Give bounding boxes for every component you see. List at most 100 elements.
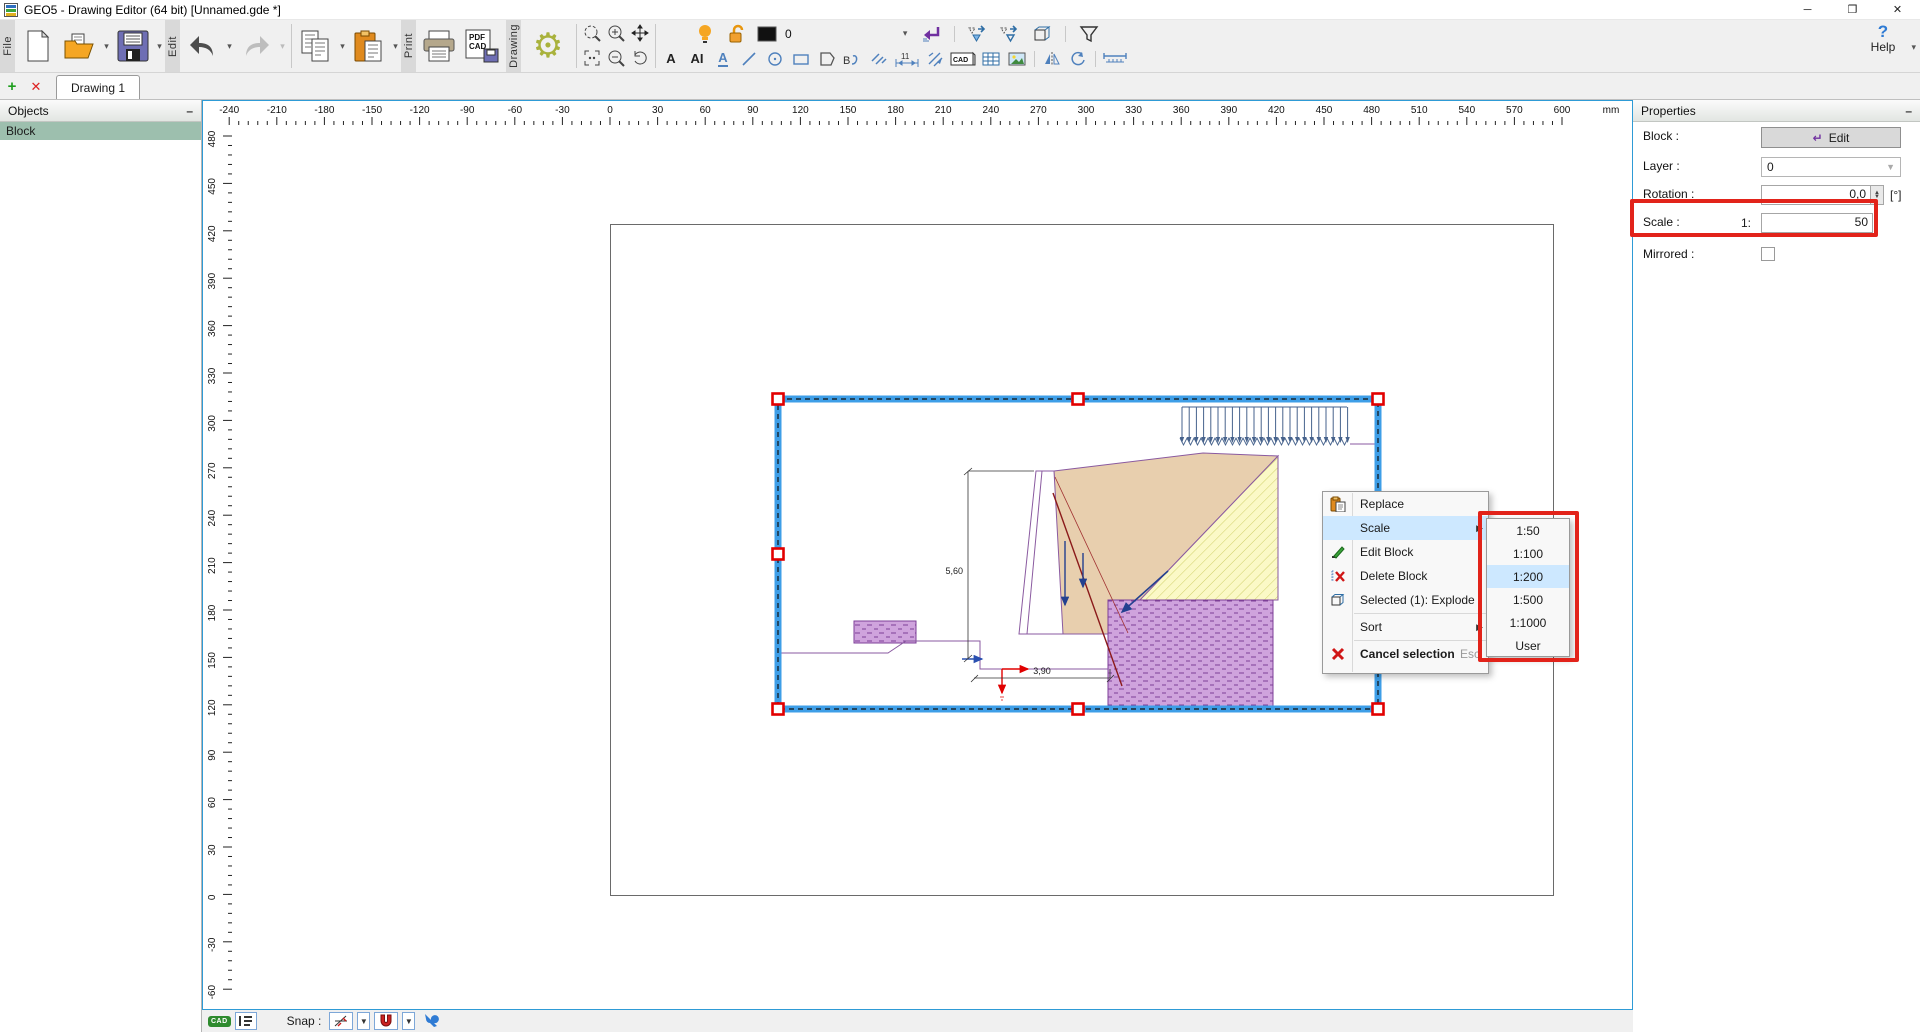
save-button[interactable] [112,20,154,72]
zoom-all-button[interactable] [580,46,604,70]
svg-text:420: 420 [207,225,218,242]
lock-button[interactable] [725,22,749,46]
print-button[interactable] [418,20,460,72]
image-tool[interactable] [1005,47,1029,71]
menu-item-edit-block[interactable]: Edit Block [1323,540,1488,564]
display-options-button[interactable] [235,1012,257,1030]
copy-icon [300,30,332,62]
submenu-item-1-1000[interactable]: 1:1000 [1487,611,1569,634]
measure-tool[interactable] [1101,47,1129,71]
objects-panel: Objects – Block [0,100,202,1032]
snap-settings-button[interactable] [423,1012,439,1031]
zoom-out-button[interactable] [604,46,628,70]
settings-button[interactable]: ⚙ [523,20,573,72]
copy-dropdown[interactable]: ▾ [337,20,348,72]
spline-tool[interactable]: B [841,47,865,71]
redo-button[interactable] [235,20,277,72]
submenu-item-1-200[interactable]: 1:200 [1487,565,1569,588]
copy-objects-button[interactable] [966,22,990,46]
rectangle-tool[interactable] [789,47,813,71]
close-button[interactable]: ✕ [1875,0,1920,20]
pan-button[interactable] [628,21,652,45]
properties-panel-minimize[interactable]: – [1905,104,1912,118]
mirror-tool[interactable] [1040,47,1064,71]
table-tool[interactable] [979,47,1003,71]
menu-item-replace[interactable]: Replace [1323,492,1488,516]
paste-dropdown[interactable]: ▾ [390,20,401,72]
funnel-icon [1079,25,1099,43]
snap-mode-dropdown[interactable]: ▼ [357,1012,370,1030]
submenu-item-1-50[interactable]: 1:50 [1487,519,1569,542]
move-objects-button[interactable] [998,22,1022,46]
hatch-dimension-icon [926,51,944,67]
line-tool[interactable] [737,47,761,71]
help-menu[interactable]: ? Help ▾ [1860,24,1906,54]
snap-mode-button[interactable] [329,1012,353,1030]
text-tool[interactable]: A [659,47,683,71]
tab-drawing-1[interactable]: Drawing 1 [56,75,140,99]
text-style-tool[interactable]: A [711,47,735,71]
open-button[interactable] [59,20,101,72]
wrench-icon [423,1012,439,1028]
submenu-item-1-100[interactable]: 1:100 [1487,542,1569,565]
rotation-input[interactable]: 0,0 [1761,185,1871,205]
layer-dropdown[interactable]: 0 ▼ [1761,157,1901,177]
help-dropdown[interactable]: ▾ [1911,42,1916,53]
zoom-previous-button[interactable] [628,46,652,70]
selected-block-drawing[interactable]: 5,60 3,90 [770,391,1386,717]
hatch-tool[interactable] [867,47,891,71]
menu-item-delete-block[interactable]: Delete Block [1323,564,1488,588]
menu-item-cancel-selection[interactable]: Cancel selection Esc [1323,642,1488,666]
rotation-spinner[interactable]: ▲▼ [1871,185,1884,205]
paste-button[interactable] [348,20,390,72]
magnet-dropdown[interactable]: ▼ [402,1012,415,1030]
hatch-dimension-tool[interactable] [923,47,947,71]
polygon-tool[interactable] [815,47,839,71]
edit-block-icon [1323,544,1352,560]
scale-input[interactable]: 50 [1761,213,1873,233]
svg-text:-60: -60 [207,985,218,1000]
close-tab-button[interactable]: ✕ [24,79,48,99]
mirrored-checkbox[interactable] [1761,247,1775,261]
dimension-tool[interactable]: 11 [893,47,921,71]
undo-dropdown[interactable]: ▾ [224,20,235,72]
open-dropdown[interactable]: ▾ [101,20,112,72]
insert-block-button[interactable] [919,22,943,46]
color-swatch[interactable] [757,22,777,46]
redo-dropdown[interactable]: ▾ [277,20,288,72]
brightness-button[interactable] [693,22,717,46]
magnet-button[interactable] [374,1012,398,1030]
cad-import-tool[interactable]: CAD [949,47,977,71]
submenu-item-user[interactable]: User [1487,634,1569,657]
add-tab-button[interactable]: + [0,78,24,99]
save-dropdown[interactable]: ▾ [154,20,165,72]
objects-list-item-block[interactable]: Block [0,122,201,140]
submenu-item-1-500[interactable]: 1:500 [1487,588,1569,611]
zoom-in-button[interactable] [604,21,628,45]
menu-item-explode[interactable]: Selected (1): Explode [1323,588,1488,612]
export-pdf-cad-button[interactable]: PDF CAD [460,20,506,72]
minimize-button[interactable]: ─ [1785,0,1830,20]
copy-button[interactable] [295,20,337,72]
spline-icon: B [843,51,863,67]
zoom-window-button[interactable] [580,21,604,45]
maximize-button[interactable]: ❐ [1830,0,1875,20]
new-document-button[interactable] [17,20,59,72]
properties-panel-header: Properties – [1633,100,1920,122]
text-edit-tool[interactable]: AI [685,47,709,71]
submenu-arrow-icon: ▶ [1476,523,1483,534]
menu-item-sort[interactable]: Sort ▶ [1323,615,1488,639]
explode-block-button[interactable] [1030,22,1054,46]
undo-button[interactable] [182,20,224,72]
svg-text:360: 360 [207,320,218,337]
svg-text:0: 0 [207,894,218,900]
circle-tool[interactable] [763,47,787,71]
rotation-unit: [°] [1890,185,1901,205]
filter-button[interactable] [1077,22,1101,46]
objects-panel-minimize[interactable]: – [186,104,193,118]
rotate-tool[interactable] [1066,47,1090,71]
block-edit-button[interactable]: ↵ Edit [1761,127,1901,148]
svg-text:450: 450 [1316,105,1333,116]
menu-item-scale[interactable]: Scale ▶ [1323,516,1488,540]
tool-dropdown[interactable]: ▾ [900,28,911,39]
